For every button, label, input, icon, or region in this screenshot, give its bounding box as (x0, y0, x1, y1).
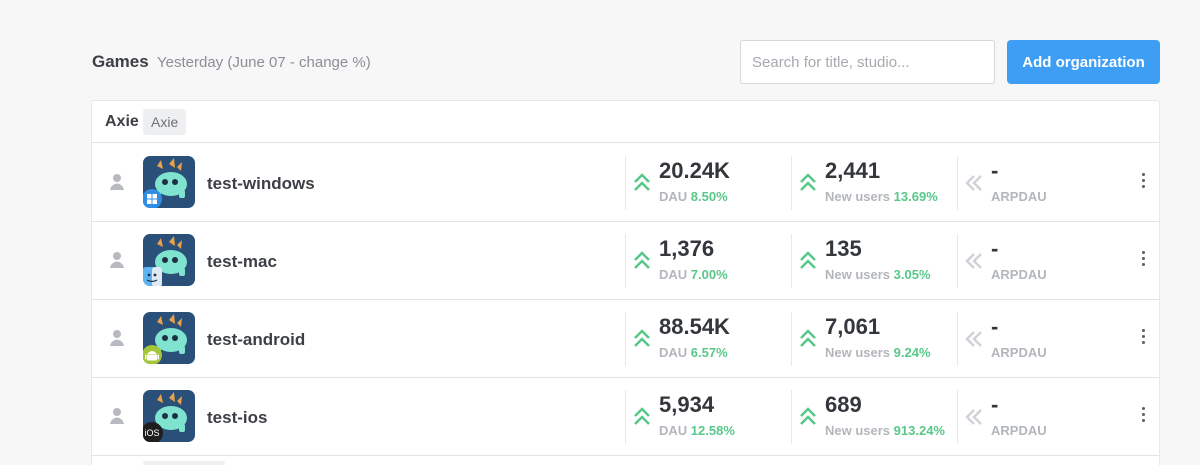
new-users-value: 7,061 (825, 314, 881, 339)
trend-up-icon (800, 407, 816, 425)
new-users-label: New users 9.24% (825, 345, 931, 360)
arpdau-metric: - ARPDAU (957, 390, 1122, 444)
page-title: Games (92, 52, 149, 71)
ios-badge-text: iOS (143, 422, 163, 442)
add-organization-button[interactable]: Add organization (1007, 40, 1160, 84)
person-icon[interactable] (109, 251, 125, 269)
trend-up-icon (634, 251, 650, 269)
new_users-label-text: New users (825, 189, 891, 204)
new-users-metric: 135 New users 3.05% (791, 234, 956, 288)
dau-metric: 1,376 DAU 7.00% (625, 234, 790, 288)
new-users-label: New users 3.05% (825, 267, 931, 282)
arpdau-value: - (991, 314, 999, 339)
trend-up-icon (634, 173, 650, 191)
game-app-icon[interactable] (143, 156, 195, 208)
dau-change-percent: 8.50% (690, 189, 728, 204)
dau-value: 20.24K (659, 158, 730, 183)
dau-label-text: DAU (659, 267, 688, 282)
new-users-label: New users 913.24% (825, 423, 945, 438)
game-name[interactable]: test-windows (207, 174, 315, 194)
trend-up-icon (800, 173, 816, 191)
dau-change-percent: 7.00% (690, 267, 728, 282)
games-table: Axie Axie test-windows 20.24K DAU 8.50% … (91, 100, 1160, 465)
next-organization-tag (143, 461, 225, 465)
arpdau-label-text: ARPDAU (991, 189, 1047, 204)
new_users-label-text: New users (825, 267, 891, 282)
dau-metric: 5,934 DAU 12.58% (625, 390, 790, 444)
more-options-icon[interactable] (1140, 329, 1146, 347)
new-users-value: 135 (825, 236, 862, 261)
new-users-label: New users 13.69% (825, 189, 938, 204)
game-app-icon[interactable] (143, 234, 195, 286)
trend-neutral-icon (965, 253, 982, 269)
dau-value: 5,934 (659, 392, 715, 417)
dau-value: 1,376 (659, 236, 715, 261)
game-row-test-mac[interactable]: test-mac 1,376 DAU 7.00% 135 New users 3… (92, 222, 1159, 300)
dau-change-percent: 6.57% (690, 345, 728, 360)
arpdau-value: - (991, 392, 999, 417)
dau-metric: 20.24K DAU 8.50% (625, 156, 790, 210)
more-options-icon[interactable] (1140, 407, 1146, 425)
new_users-change-percent: 9.24% (893, 345, 931, 360)
arpdau-label-text: ARPDAU (991, 423, 1047, 438)
organization-row[interactable]: Axie Axie (92, 101, 1159, 143)
new-users-metric: 2,441 New users 13.69% (791, 156, 956, 210)
dau-label-text: DAU (659, 345, 688, 360)
dau-value: 88.54K (659, 314, 730, 339)
dau-metric: 88.54K DAU 6.57% (625, 312, 790, 366)
new_users-change-percent: 913.24% (893, 423, 945, 438)
arpdau-metric: - ARPDAU (957, 234, 1122, 288)
trend-up-icon (800, 251, 816, 269)
dau-label: DAU 7.00% (659, 267, 728, 282)
game-row-test-windows[interactable]: test-windows 20.24K DAU 8.50% 2,441 New … (92, 144, 1159, 222)
arpdau-label: ARPDAU (991, 345, 1047, 360)
new_users-change-percent: 13.69% (893, 189, 938, 204)
game-row-test-android[interactable]: test-android 88.54K DAU 6.57% 7,061 New … (92, 300, 1159, 378)
dau-label: DAU 6.57% (659, 345, 728, 360)
dau-label-text: DAU (659, 423, 688, 438)
new_users-label-text: New users (825, 345, 891, 360)
new-users-metric: 7,061 New users 9.24% (791, 312, 956, 366)
game-name[interactable]: test-mac (207, 252, 277, 272)
trend-neutral-icon (965, 409, 982, 425)
person-icon[interactable] (109, 173, 125, 191)
game-row-test-ios[interactable]: iOS test-ios 5,934 DAU 12.58% 689 New us… (92, 378, 1159, 456)
organization-tag: Axie (143, 109, 187, 135)
person-icon[interactable] (109, 407, 125, 425)
dau-label: DAU 8.50% (659, 189, 728, 204)
trend-neutral-icon (965, 331, 982, 347)
trend-up-icon (634, 407, 650, 425)
dau-change-percent: 12.58% (690, 423, 735, 438)
arpdau-label-text: ARPDAU (991, 345, 1047, 360)
game-name[interactable]: test-android (207, 330, 305, 350)
dau-label-text: DAU (659, 189, 688, 204)
arpdau-label: ARPDAU (991, 267, 1047, 282)
game-app-icon[interactable] (143, 312, 195, 364)
game-app-icon[interactable]: iOS (143, 390, 195, 442)
arpdau-label-text: ARPDAU (991, 267, 1047, 282)
more-options-icon[interactable] (1140, 173, 1146, 191)
arpdau-label: ARPDAU (991, 189, 1047, 204)
trend-up-icon (800, 329, 816, 347)
date-subtitle: Yesterday (June 07 - change %) (157, 54, 371, 71)
new-users-value: 2,441 (825, 158, 881, 183)
more-options-icon[interactable] (1140, 251, 1146, 269)
dau-label: DAU 12.58% (659, 423, 735, 438)
game-name[interactable]: test-ios (207, 408, 267, 428)
new_users-label-text: New users (825, 423, 891, 438)
games-header: Games Yesterday (June 07 - change %) Add… (92, 40, 1160, 86)
new-users-metric: 689 New users 913.24% (791, 390, 956, 444)
arpdau-value: - (991, 236, 999, 261)
trend-neutral-icon (965, 175, 982, 191)
search-input[interactable] (740, 40, 995, 84)
new-users-value: 689 (825, 392, 862, 417)
arpdau-label: ARPDAU (991, 423, 1047, 438)
person-icon[interactable] (109, 329, 125, 347)
arpdau-metric: - ARPDAU (957, 156, 1122, 210)
arpdau-metric: - ARPDAU (957, 312, 1122, 366)
new_users-change-percent: 3.05% (893, 267, 931, 282)
arpdau-value: - (991, 158, 999, 183)
organization-name: Axie (105, 113, 139, 130)
trend-up-icon (634, 329, 650, 347)
